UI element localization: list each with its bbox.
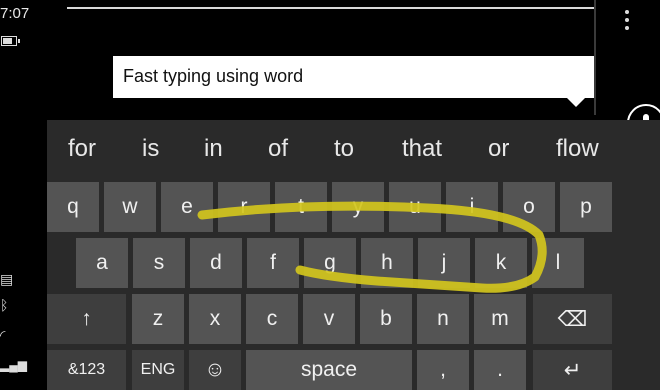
message-input-underline: [67, 7, 594, 9]
battery-icon: [1, 36, 20, 46]
key-u[interactable]: u: [389, 182, 441, 232]
bluetooth-icon: ᛒ: [0, 297, 9, 313]
more-icon[interactable]: [621, 10, 633, 34]
message-bubble: Fast typing using word: [113, 56, 594, 98]
status-time: 7:07: [0, 5, 30, 22]
key-s[interactable]: s: [133, 238, 185, 288]
suggestion-to[interactable]: to: [334, 135, 354, 163]
key-x[interactable]: x: [189, 294, 241, 344]
bubble-tail: [566, 97, 586, 107]
suggestion-flow[interactable]: flow: [556, 135, 599, 163]
suggestion-for[interactable]: for: [68, 135, 96, 163]
key-c[interactable]: c: [246, 294, 298, 344]
key-r[interactable]: r: [218, 182, 270, 232]
key-k[interactable]: k: [475, 238, 527, 288]
key-m[interactable]: m: [474, 294, 526, 344]
key-e[interactable]: e: [161, 182, 213, 232]
keyboard: for is in of to that or flow q w e r t y…: [47, 120, 660, 390]
key-f[interactable]: f: [247, 238, 299, 288]
backspace-key[interactable]: ⌫: [533, 294, 612, 344]
key-p[interactable]: p: [560, 182, 612, 232]
key-d[interactable]: d: [190, 238, 242, 288]
suggestion-of[interactable]: of: [268, 135, 288, 163]
comma-key[interactable]: ,: [417, 350, 469, 390]
signal-icon: ▂▄▆: [0, 358, 27, 372]
key-o[interactable]: o: [503, 182, 555, 232]
message-icon: ▤: [0, 271, 14, 287]
language-key[interactable]: ENG: [132, 350, 184, 390]
chat-divider: [594, 0, 596, 115]
suggestion-in[interactable]: in: [204, 135, 223, 163]
key-a[interactable]: a: [76, 238, 128, 288]
suggestion-is[interactable]: is: [142, 135, 159, 163]
key-j[interactable]: j: [418, 238, 470, 288]
key-i[interactable]: i: [446, 182, 498, 232]
shift-key[interactable]: ↑: [47, 294, 126, 344]
message-text: Fast typing using word: [123, 66, 304, 86]
key-q[interactable]: q: [47, 182, 99, 232]
space-key[interactable]: space: [246, 350, 412, 390]
key-n[interactable]: n: [417, 294, 469, 344]
key-t[interactable]: t: [275, 182, 327, 232]
key-g[interactable]: g: [304, 238, 356, 288]
suggestion-that[interactable]: that: [402, 135, 442, 163]
key-y[interactable]: y: [332, 182, 384, 232]
key-v[interactable]: v: [303, 294, 355, 344]
enter-key[interactable]: ↵: [533, 350, 612, 390]
key-z[interactable]: z: [132, 294, 184, 344]
key-l[interactable]: l: [532, 238, 584, 288]
numbers-key[interactable]: &123: [47, 350, 126, 390]
key-b[interactable]: b: [360, 294, 412, 344]
suggestion-or[interactable]: or: [488, 135, 509, 163]
emoji-icon[interactable]: ☺: [189, 350, 241, 390]
period-key[interactable]: .: [474, 350, 526, 390]
key-h[interactable]: h: [361, 238, 413, 288]
wifi-icon: ◜: [0, 327, 6, 343]
key-w[interactable]: w: [104, 182, 156, 232]
